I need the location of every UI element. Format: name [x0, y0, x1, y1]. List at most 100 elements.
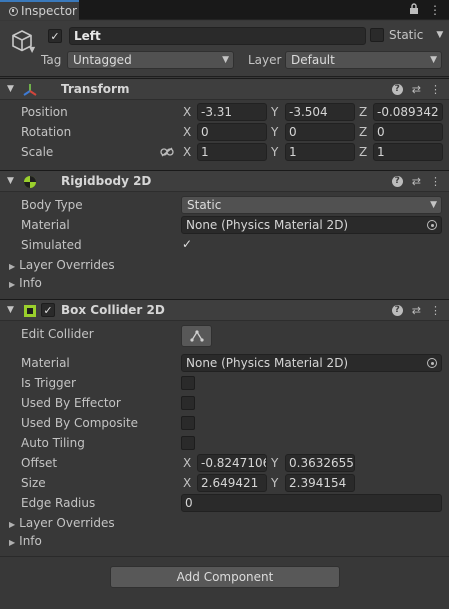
chevron-down-icon: ▼ — [430, 200, 437, 210]
help-icon[interactable]: ? — [391, 175, 403, 187]
size-x-field[interactable]: 2.649421 — [197, 474, 267, 492]
static-checkbox[interactable] — [370, 28, 384, 42]
active-toggle[interactable]: ✓ — [48, 29, 62, 43]
used-by-composite-label: Used By Composite — [21, 416, 139, 430]
object-picker-icon[interactable] — [427, 220, 437, 230]
axis-y: Y — [271, 105, 279, 119]
add-component-button[interactable]: Add Component — [110, 566, 340, 588]
used-by-effector-checkbox[interactable] — [181, 396, 195, 410]
material-label: Material — [21, 218, 70, 232]
auto-tiling-checkbox[interactable] — [181, 436, 195, 450]
position-label: Position — [21, 105, 68, 119]
rotation-y-field[interactable]: 0 — [285, 123, 355, 141]
menu-icon[interactable]: ⋮ — [429, 3, 441, 18]
axis-z: Z — [359, 105, 368, 119]
offset-label: Offset — [21, 456, 58, 470]
rotation-label: Rotation — [21, 125, 72, 139]
preset-icon[interactable]: ⇄ — [412, 83, 421, 96]
tag-dropdown[interactable]: Untagged ▼ — [67, 51, 234, 69]
chevron-down-icon: ▼ — [222, 55, 229, 65]
axis-y: Y — [271, 476, 279, 490]
more-icon[interactable]: ⋮ — [430, 175, 441, 188]
axis-x: X — [183, 125, 192, 139]
fold-icon[interactable]: ▼ — [7, 176, 14, 186]
gameobject-header: ▼ ✓ Left Static ▼ Tag Untagged ▼ Layer D… — [0, 21, 449, 77]
position-z-field[interactable]: -0.089342 — [373, 103, 443, 121]
edit-collider-button[interactable] — [181, 325, 212, 347]
tab-bar: Inspector ⋮ — [0, 0, 449, 20]
fold-icon[interactable]: ▼ — [7, 84, 14, 94]
scale-z-field[interactable]: 1 — [373, 143, 443, 161]
material-value: None (Physics Material 2D) — [186, 218, 349, 232]
size-label: Size — [21, 476, 46, 490]
auto-tiling-label: Auto Tiling — [21, 436, 85, 450]
is-trigger-checkbox[interactable] — [181, 376, 195, 390]
position-x-field[interactable]: -3.31 — [197, 103, 267, 121]
scale-x-field[interactable]: 1 — [197, 143, 267, 161]
static-toggle[interactable]: Static ▼ — [370, 28, 443, 42]
inspector-icon — [9, 6, 18, 16]
lock-icon[interactable] — [409, 3, 419, 18]
used-by-composite-checkbox[interactable] — [181, 416, 195, 430]
box-collider-title: Box Collider 2D — [61, 303, 165, 317]
collider-enabled-toggle[interactable]: ✓ — [41, 303, 55, 317]
collider-layer-overrides-foldout[interactable]: ▶ Layer Overrides — [9, 516, 115, 530]
divider — [0, 556, 449, 557]
axis-y: Y — [271, 125, 279, 139]
axis-y: Y — [271, 145, 279, 159]
help-icon[interactable]: ? — [391, 83, 403, 95]
transform-icon — [23, 83, 37, 100]
more-icon[interactable]: ⋮ — [430, 83, 441, 96]
preset-icon[interactable]: ⇄ — [412, 175, 421, 188]
layer-label: Layer — [248, 53, 282, 67]
box-collider-header[interactable]: ▼ ✓ Box Collider 2D ? ⇄ ⋮ — [0, 299, 449, 321]
layer-overrides-label: Layer Overrides — [19, 258, 115, 272]
preset-icon[interactable]: ⇄ — [412, 304, 421, 317]
layer-overrides-foldout[interactable]: ▶ Layer Overrides — [9, 258, 115, 272]
layer-dropdown[interactable]: Default ▼ — [285, 51, 442, 69]
collider-material-field[interactable]: None (Physics Material 2D) — [181, 354, 442, 372]
body-type-dropdown[interactable]: Static ▼ — [181, 196, 442, 214]
offset-y-field[interactable]: 0.3632655 — [285, 454, 355, 472]
chevron-down-icon[interactable]: ▼ — [29, 45, 35, 54]
info-foldout[interactable]: ▶ Info — [9, 276, 42, 290]
tag-value: Untagged — [73, 53, 132, 67]
body-type-label: Body Type — [21, 198, 83, 212]
collider-info-label: Info — [19, 534, 42, 548]
help-icon[interactable]: ? — [391, 304, 403, 316]
scale-y-field[interactable]: 1 — [285, 143, 355, 161]
transform-header[interactable]: ▼ Transform ? ⇄ ⋮ — [0, 78, 449, 100]
rotation-x-field[interactable]: 0 — [197, 123, 267, 141]
rotation-z-field[interactable]: 0 — [373, 123, 443, 141]
position-y-field[interactable]: -3.504 — [285, 103, 355, 121]
collider-material-label: Material — [21, 356, 70, 370]
static-label: Static — [389, 28, 424, 42]
size-y-field[interactable]: 2.394154 — [285, 474, 355, 492]
name-field[interactable]: Left — [69, 27, 366, 45]
rigidbody-material-field[interactable]: None (Physics Material 2D) — [181, 216, 442, 234]
object-picker-icon[interactable] — [427, 358, 437, 368]
used-by-effector-label: Used By Effector — [21, 396, 121, 410]
edit-collider-icon — [189, 330, 204, 342]
edge-radius-field[interactable]: 0 — [181, 494, 442, 512]
link-icon[interactable] — [160, 146, 174, 160]
transform-title: Transform — [61, 82, 130, 96]
more-icon[interactable]: ⋮ — [430, 304, 441, 317]
tab-inspector[interactable]: Inspector — [0, 0, 79, 20]
collider-info-foldout[interactable]: ▶ Info — [9, 534, 42, 548]
axis-z: Z — [359, 145, 368, 159]
rigidbody-header[interactable]: ▼ Rigidbody 2D ? ⇄ ⋮ — [0, 170, 449, 192]
body-type-value: Static — [187, 198, 222, 212]
axis-x: X — [183, 145, 192, 159]
edit-collider-label: Edit Collider — [21, 327, 94, 341]
offset-x-field[interactable]: -0.8247106 — [197, 454, 267, 472]
fold-icon[interactable]: ▼ — [7, 305, 14, 315]
fold-right-icon: ▶ — [9, 280, 16, 289]
chevron-down-icon[interactable]: ▼ — [436, 30, 443, 40]
info-label: Info — [19, 276, 42, 290]
fold-right-icon: ▶ — [9, 520, 16, 529]
collider-icon — [23, 304, 37, 321]
axis-x: X — [183, 105, 192, 119]
simulated-checkbox[interactable]: ✓ — [182, 237, 192, 251]
simulated-label: Simulated — [21, 238, 82, 252]
